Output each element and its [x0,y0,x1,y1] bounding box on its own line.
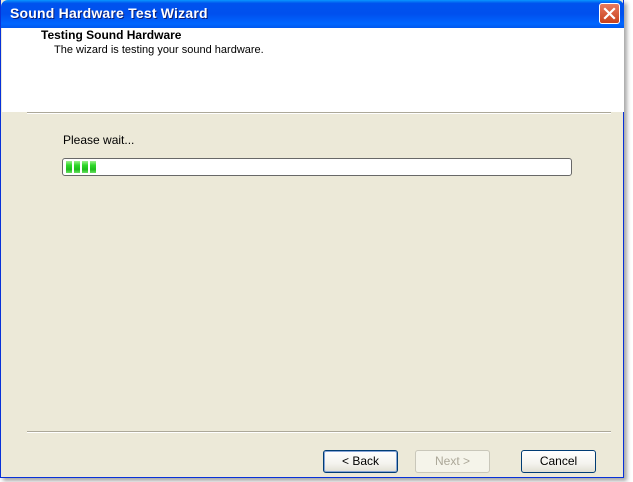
progress-bar [62,158,572,176]
close-button[interactable] [599,3,620,24]
next-button[interactable]: Next > [415,450,490,473]
progress-fill [66,161,96,173]
cancel-button[interactable]: Cancel [521,450,596,473]
status-text: Please wait... [63,133,135,147]
back-button[interactable]: < Back [323,450,398,473]
page-title: Testing Sound Hardware [41,28,182,42]
title-bar[interactable]: Sound Hardware Test Wizard [1,0,624,28]
progress-chunk [90,161,96,173]
close-icon [603,7,616,20]
progress-chunk [66,161,72,173]
header-divider [27,112,611,114]
footer-divider [27,431,611,433]
window-title: Sound Hardware Test Wizard [10,5,208,21]
page-subtitle: The wizard is testing your sound hardwar… [54,44,264,56]
progress-chunk [82,161,88,173]
wizard-window: Sound Hardware Test Wizard Testing Sound… [0,0,624,478]
progress-chunk [74,161,80,173]
